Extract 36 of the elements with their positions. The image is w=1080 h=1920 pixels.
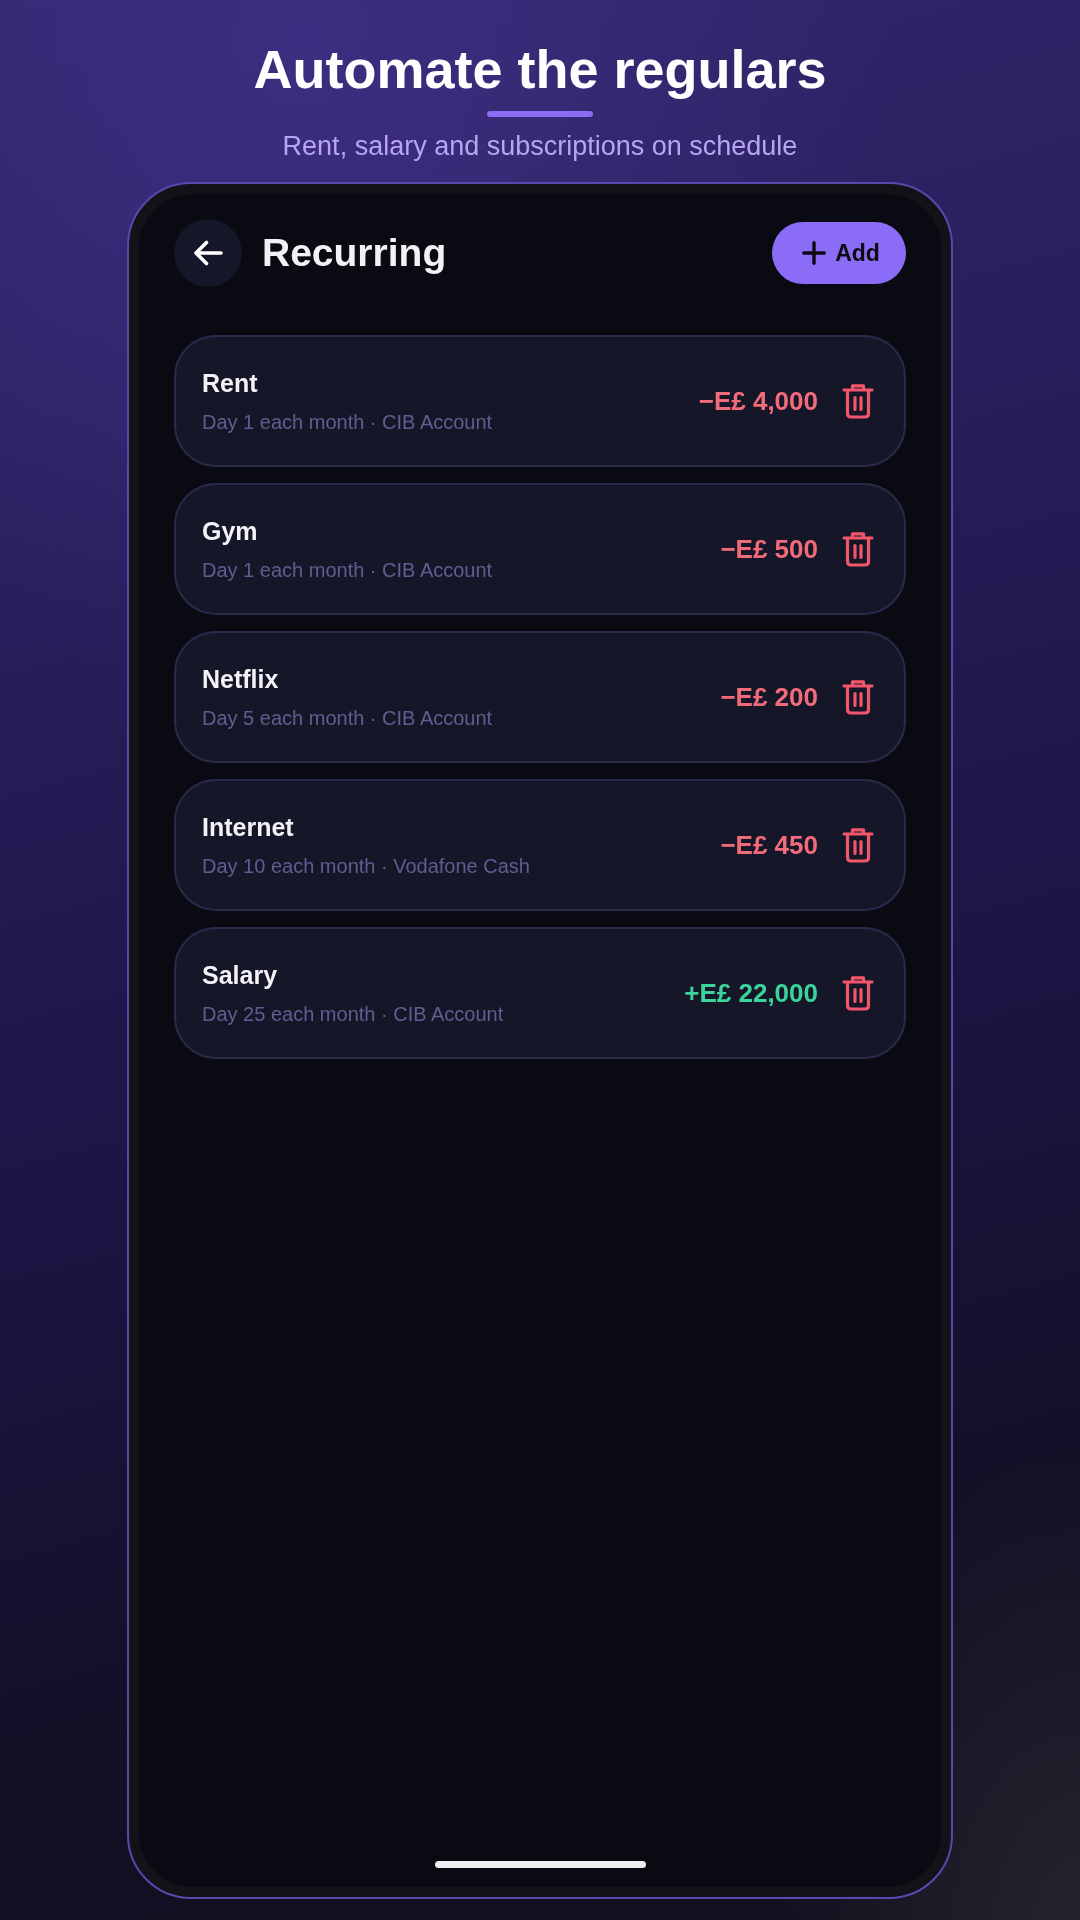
item-schedule: Day 1 each month · CIB Account	[202, 410, 493, 434]
item-name: Netflix	[202, 664, 280, 694]
item-amount: −E£ 200	[720, 682, 818, 712]
plus-icon	[802, 241, 827, 265]
recurring-card[interactable]: Rent Day 1 each month · CIB Account −E£ 4,000	[174, 335, 906, 467]
promo-title: Automate the regulars	[253, 38, 827, 101]
item-name: Gym	[202, 516, 259, 546]
item-name: Salary	[202, 960, 279, 990]
recurring-card[interactable]: Internet Day 10 each month · Vodafone Cash −E£ 450	[174, 779, 906, 911]
item-amount: −E£ 500	[720, 534, 818, 564]
add-button[interactable]: Add	[772, 222, 906, 284]
item-name: Rent	[202, 368, 259, 398]
screen-title: Recurring	[262, 230, 447, 276]
trash-icon	[842, 827, 874, 863]
promo-subtitle: Rent, salary and subscriptions on schedule	[282, 130, 798, 162]
delete-button[interactable]	[842, 679, 874, 715]
recurring-card[interactable]: Netflix Day 5 each month · CIB Account −E£ 200	[174, 631, 906, 763]
item-schedule: Day 10 each month · Vodafone Cash	[202, 854, 530, 878]
delete-button[interactable]	[842, 383, 874, 419]
item-amount: +E£ 22,000	[684, 978, 818, 1008]
item-schedule: Day 25 each month · CIB Account	[202, 1002, 504, 1026]
delete-button[interactable]	[842, 975, 874, 1011]
delete-button[interactable]	[842, 827, 874, 863]
item-amount: −E£ 450	[720, 830, 818, 860]
recurring-card[interactable]: Salary Day 25 each month · CIB Account +E£ 22,000	[174, 927, 906, 1059]
recurring-card[interactable]: Gym Day 1 each month · CIB Account −E£ 500	[174, 483, 906, 615]
item-amount: −E£ 4,000	[698, 386, 818, 416]
item-schedule: Day 5 each month · CIB Account	[202, 706, 493, 730]
item-name: Internet	[202, 812, 295, 842]
arrow-left-icon	[193, 240, 223, 266]
delete-button[interactable]	[842, 531, 874, 567]
trash-icon	[842, 679, 874, 715]
item-schedule: Day 1 each month · CIB Account	[202, 558, 493, 582]
trash-icon	[842, 531, 874, 567]
trash-icon	[842, 975, 874, 1011]
trash-icon	[842, 383, 874, 419]
